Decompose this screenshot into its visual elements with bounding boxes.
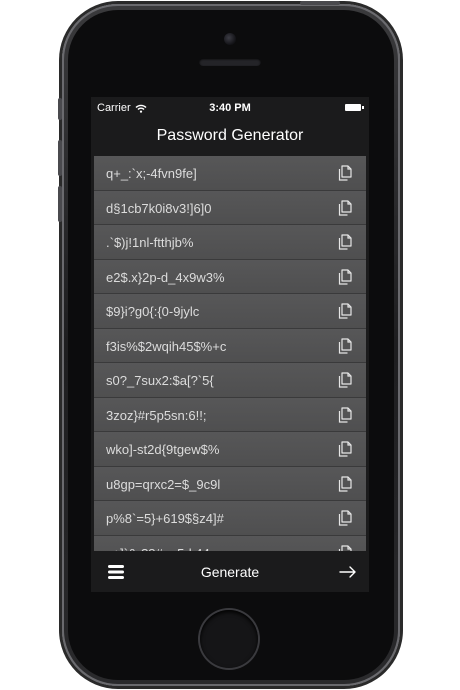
password-row[interactable]: u8gp=qrxc2=$_9c9l xyxy=(94,466,366,501)
password-text: q+_:`x;-4fvn9fe] xyxy=(106,166,197,181)
copy-icon[interactable] xyxy=(336,440,354,458)
copy-icon[interactable] xyxy=(336,337,354,355)
clock: 3:40 PM xyxy=(209,102,251,114)
earpiece-speaker xyxy=(199,58,261,66)
home-button[interactable] xyxy=(200,610,258,668)
battery-icon xyxy=(345,104,364,111)
password-text: .`$)j!1nl-ftthjb% xyxy=(106,235,194,250)
front-camera xyxy=(224,33,236,45)
app-screen: Carrier 3:40 PM Password Generator q+_:`… xyxy=(91,97,369,592)
volume-down-button xyxy=(58,186,62,222)
copy-icon[interactable] xyxy=(336,302,354,320)
status-bar: Carrier 3:40 PM xyxy=(91,97,369,119)
copy-icon[interactable] xyxy=(336,509,354,527)
password-list[interactable]: q+_:`x;-4fvn9fe] d§1cb7k0i8v3!]6]0 .`$)j!1… xyxy=(94,156,366,551)
copy-icon[interactable] xyxy=(336,371,354,389)
password-row[interactable]: q+_:`x;-4fvn9fe] xyxy=(94,156,366,191)
password-text: 3zoz}#r5p5sn:6!!; xyxy=(106,407,207,423)
volume-up-button xyxy=(58,140,62,176)
mute-switch xyxy=(58,98,62,120)
copy-icon[interactable] xyxy=(336,544,354,551)
password-text: s0?_7sux2:$a[?`5{ xyxy=(106,373,214,388)
password-row[interactable]: s0?_7sux2:$a[?`5{ xyxy=(94,363,366,398)
password-row[interactable]: p%8`=5}+619$§z4]# xyxy=(94,501,366,536)
password-text: wko]-st2d{9tgew$% xyxy=(106,442,220,457)
password-text: f3is%$2wqih45$%+c xyxy=(106,338,227,354)
password-row[interactable]: wko]-st2d{9tgew$% xyxy=(94,432,366,467)
password-text: u8gp=qrxc2=$_9c9l xyxy=(106,476,221,492)
password-row[interactable]: e2$.x}2p-d_4x9w3% xyxy=(94,259,366,294)
copy-icon[interactable] xyxy=(336,199,354,217)
password-text: v+]`&r?8#ee5-k44 xyxy=(106,546,210,552)
generate-button[interactable]: Generate xyxy=(91,564,369,580)
bottom-toolbar: Generate xyxy=(91,552,369,592)
password-row[interactable]: f3is%$2wqih45$%+c xyxy=(94,328,366,363)
copy-icon[interactable] xyxy=(336,268,354,286)
password-text: e2$.x}2p-d_4x9w3% xyxy=(106,269,225,285)
password-text: p%8`=5}+619$§z4]# xyxy=(106,511,224,526)
password-row[interactable]: 3zoz}#r5p5sn:6!!; xyxy=(94,397,366,432)
page-title: Password Generator xyxy=(156,127,304,144)
password-row[interactable]: .`$)j!1nl-ftthjb% xyxy=(94,225,366,260)
copy-icon[interactable] xyxy=(336,406,354,424)
copy-icon[interactable] xyxy=(336,233,354,251)
power-button xyxy=(300,1,340,5)
password-text: $9}i?g0{:{0-9jylc xyxy=(106,304,200,319)
password-row[interactable]: $9}i?g0{:{0-9jylc xyxy=(94,294,366,329)
arrow-right-icon[interactable] xyxy=(339,565,357,579)
password-row[interactable]: v+]`&r?8#ee5-k44 xyxy=(94,535,366,552)
copy-icon[interactable] xyxy=(336,475,354,493)
copy-icon[interactable] xyxy=(336,164,354,182)
password-row[interactable]: d§1cb7k0i8v3!]6]0 xyxy=(94,190,366,225)
password-text: d§1cb7k0i8v3!]6]0 xyxy=(106,200,212,216)
